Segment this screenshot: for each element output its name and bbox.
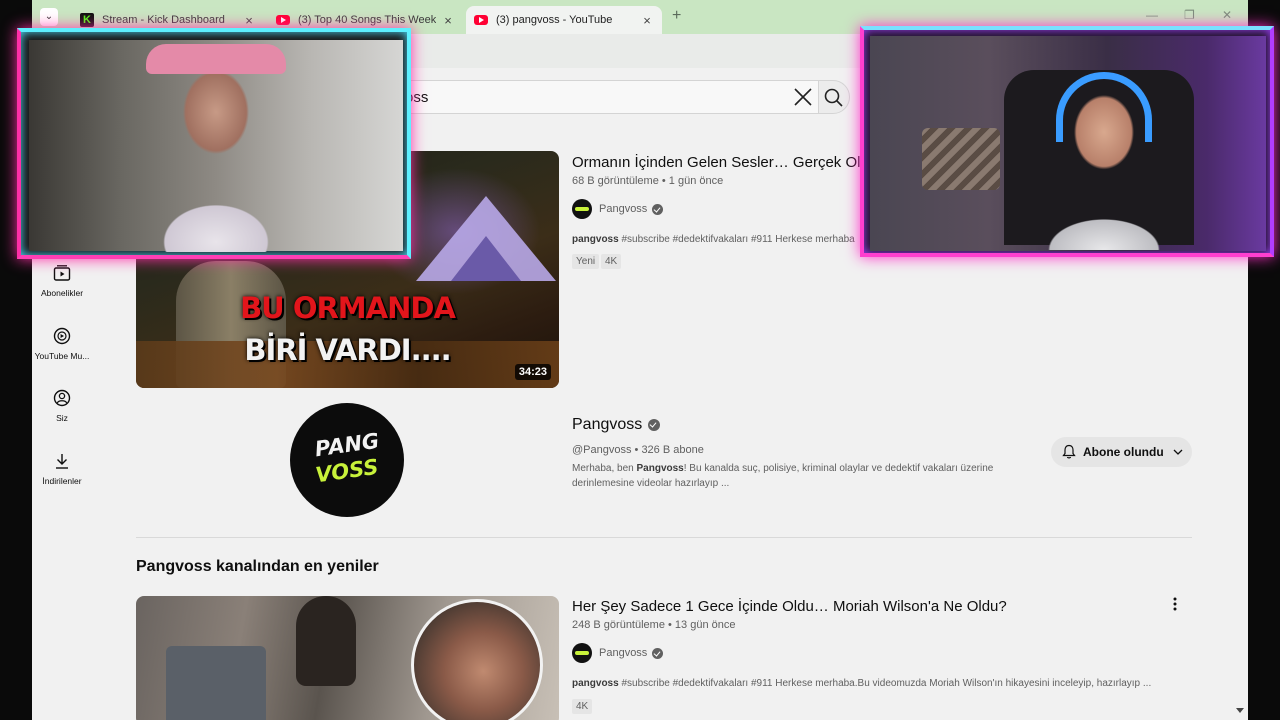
channel-avatar [572, 199, 592, 219]
close-icon[interactable]: × [442, 13, 454, 28]
youtube-icon [474, 15, 488, 25]
search-button[interactable] [818, 80, 850, 114]
close-icon[interactable]: × [242, 13, 256, 28]
channel-avatar [572, 643, 592, 663]
sidebar-item-label: İndirilenler [42, 476, 82, 486]
tab-title: (3) Top 40 Songs This Week 20... [298, 14, 437, 26]
subscriptions-icon [53, 265, 71, 281]
video-meta: 68 B görüntüleme • 1 gün önce [572, 175, 724, 187]
thumbnail-text-white: BİRİ VARDI.... [244, 333, 451, 367]
new-tab-button[interactable]: + [672, 7, 681, 25]
person-graphic [296, 596, 356, 686]
channel-title[interactable]: Pangvoss [572, 416, 661, 434]
tab-pangvoss-youtube[interactable]: (3) pangvoss - YouTube × [466, 6, 662, 34]
scrollbar-down-arrow[interactable] [1236, 708, 1244, 713]
window-close-icon[interactable]: ✕ [1222, 8, 1232, 22]
minimize-icon[interactable]: — [1146, 8, 1158, 22]
new-badge: Yeni [572, 254, 600, 269]
channel-name: Pangvoss [599, 203, 648, 215]
subscribed-label: Abone olundu [1083, 445, 1164, 459]
divider [136, 537, 1192, 538]
4k-badge: 4K [601, 254, 622, 269]
video-title[interactable]: Ormanın İçinden Gelen Sesler… Gerçek Ola [572, 154, 869, 171]
description-text: ! Bu kanalda suç, polisiye, kriminal ola… [683, 463, 994, 474]
thumbnail-text-red: BU ORMANDA [240, 291, 456, 325]
video-channel-row[interactable]: Pangvoss [572, 199, 664, 219]
clear-search-icon[interactable] [792, 86, 814, 108]
channel-name: Pangvoss [599, 647, 648, 659]
tab-search-button[interactable]: ⌄ [40, 8, 58, 26]
verified-icon [648, 419, 661, 431]
streamer-figure [131, 52, 301, 252]
youtube-icon [276, 15, 290, 25]
video-thumbnail[interactable] [136, 596, 559, 720]
bell-icon [1062, 444, 1076, 459]
channel-description-line2: derinlemesine videolar hazırlayıp ... [572, 478, 730, 489]
sidebar-item-label: Siz [56, 413, 68, 423]
video-description: pangvoss #subscribe #dedektifvakaları #9… [572, 234, 855, 245]
sidebar-item-youtube-music[interactable]: YouTube Mu... [32, 327, 92, 361]
youtube-music-icon [53, 327, 71, 345]
description-text: Merhaba, ben [572, 463, 637, 474]
download-icon [56, 454, 68, 469]
channel-description[interactable]: Merhaba, ben Pangvoss! Bu kanalda suç, p… [572, 463, 993, 474]
webcam-overlay-right [860, 26, 1274, 257]
verified-icon [652, 647, 664, 659]
account-icon [53, 389, 71, 407]
video-channel-row[interactable]: Pangvoss [572, 643, 664, 663]
subscribed-button[interactable]: Abone olundu [1051, 437, 1192, 467]
sidebar-item-label: YouTube Mu... [34, 351, 90, 361]
description-hashtag: pangvoss [572, 234, 619, 245]
description-text: #subscribe #dedektifvakaları #911 Herkes… [618, 678, 1152, 689]
search-input[interactable]: oss [404, 80, 818, 114]
section-title: Pangvoss kanalından en yeniler [136, 558, 379, 575]
sidebar-item-you[interactable]: Siz [32, 389, 92, 423]
face-inset-graphic [411, 599, 543, 720]
description-channel-name: Pangvoss [636, 463, 684, 474]
4k-badge: 4K [572, 699, 593, 714]
close-icon[interactable]: × [640, 13, 654, 28]
channel-name: Pangvoss [572, 416, 643, 433]
tab-title: Stream - Kick Dashboard [102, 14, 225, 26]
kick-icon [80, 13, 94, 27]
description-hashtag: pangvoss [572, 678, 619, 689]
sidebar-item-subscriptions[interactable]: Abonelikler [32, 264, 92, 298]
tab-title: (3) pangvoss - YouTube [496, 14, 613, 26]
webcam-overlay-left [17, 28, 411, 259]
more-options-icon[interactable] [1168, 596, 1182, 612]
video-meta: 248 B görüntüleme • 13 gün önce [572, 619, 736, 631]
video-description: pangvoss #subscribe #dedektifvakaları #9… [572, 678, 1151, 689]
channel-handle-subscribers: @Pangvoss • 326 B abone [572, 444, 704, 456]
description-text: #subscribe #dedektifvakaları #911 Herkes… [618, 234, 855, 245]
verified-icon [652, 203, 664, 215]
search-icon [824, 88, 843, 107]
sidebar-item-label: Abonelikler [40, 288, 84, 298]
sidebar-item-downloads[interactable]: İndirilenler [32, 452, 92, 486]
maximize-icon[interactable]: ❐ [1184, 8, 1195, 22]
chevron-down-icon [1173, 449, 1183, 455]
video-title[interactable]: Her Şey Sadece 1 Gece İçinde Oldu… Moria… [572, 598, 1007, 615]
channel-avatar-large[interactable]: PANG VOSS [290, 403, 404, 517]
video-duration: 34:23 [514, 364, 551, 380]
